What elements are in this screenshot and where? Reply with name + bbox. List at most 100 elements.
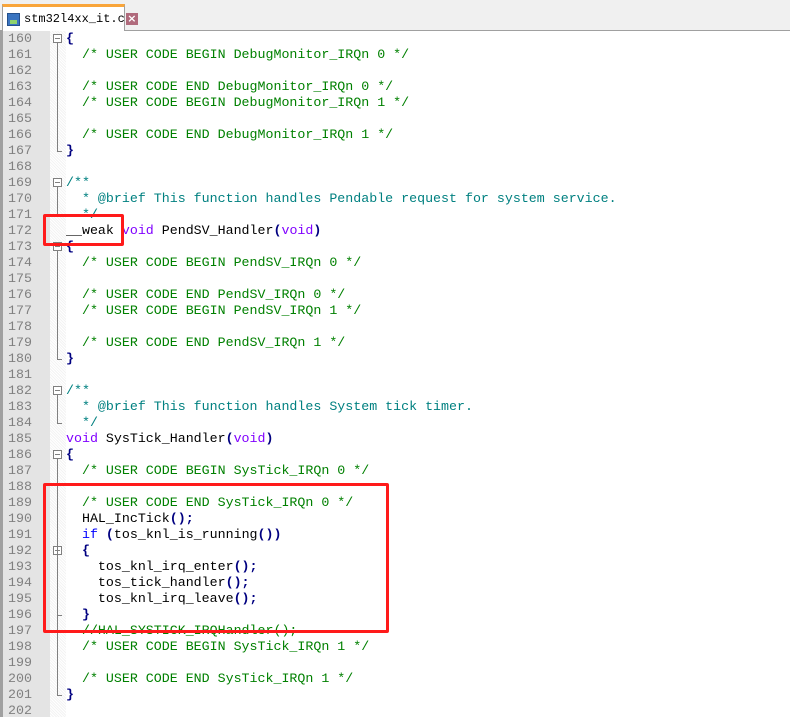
line-number: 191 <box>8 527 32 542</box>
code-token: /* USER CODE BEGIN DebugMonitor_IRQn 1 *… <box>81 95 410 110</box>
fold-toggle-icon[interactable] <box>53 450 62 459</box>
code-token: { <box>66 447 74 462</box>
line-number: 176 <box>8 287 32 302</box>
code-line[interactable]: 187 /* USER CODE BEGIN SysTick_IRQn 0 */ <box>3 463 790 479</box>
code-line[interactable]: 160 { <box>3 31 790 47</box>
fold-end-mark <box>57 151 62 152</box>
line-number: 181 <box>8 367 32 382</box>
fold-line <box>57 43 58 151</box>
line-number: 171 <box>8 207 32 222</box>
code-line[interactable]: 177 /* USER CODE BEGIN PendSV_IRQn 1 */ <box>3 303 790 319</box>
line-number: 174 <box>8 255 32 270</box>
code-token: } <box>66 143 74 158</box>
code-text: } <box>66 351 74 367</box>
code-token: /* USER CODE BEGIN DebugMonitor_IRQn 0 *… <box>81 47 410 62</box>
code-line[interactable]: 168 <box>3 159 790 175</box>
line-number: 160 <box>8 31 32 46</box>
line-number: 167 <box>8 143 32 158</box>
code-text: */ <box>66 415 98 431</box>
code-line[interactable]: 166 /* USER CODE END DebugMonitor_IRQn 1… <box>3 127 790 143</box>
line-number: 170 <box>8 191 32 206</box>
code-token: void <box>66 431 98 446</box>
code-line[interactable]: 186 { <box>3 447 790 463</box>
code-token: * @brief This function handles Pendable … <box>66 191 617 206</box>
close-icon[interactable]: × <box>125 13 138 25</box>
code-token: } <box>66 687 74 702</box>
code-text: /* USER CODE END SysTick_IRQn 1 */ <box>66 671 353 687</box>
highlight-box-systick <box>43 483 389 633</box>
line-number: 161 <box>8 47 32 62</box>
tab-stm32l4xx-it-c[interactable]: stm32l4xx_it.c × <box>2 4 138 31</box>
line-number: 198 <box>8 639 32 654</box>
code-token: ) <box>265 431 274 446</box>
line-number: 199 <box>8 655 32 670</box>
line-number: 166 <box>8 127 32 142</box>
code-text: /** <box>66 175 90 191</box>
code-line[interactable]: 184 */ <box>3 415 790 431</box>
fold-toggle-icon[interactable] <box>53 386 62 395</box>
code-line[interactable]: 174 /* USER CODE BEGIN PendSV_IRQn 0 */ <box>3 255 790 271</box>
code-token: /* USER CODE END DebugMonitor_IRQn 0 */ <box>81 79 394 94</box>
code-line[interactable]: 170 * @brief This function handles Penda… <box>3 191 790 207</box>
code-line[interactable]: 180} <box>3 351 790 367</box>
line-number: 172 <box>8 223 32 238</box>
code-line[interactable]: 200 /* USER CODE END SysTick_IRQn 1 */ <box>3 671 790 687</box>
line-number: 175 <box>8 271 32 286</box>
code-token: */ <box>66 415 98 430</box>
fold-toggle-icon[interactable] <box>53 178 62 187</box>
line-number: 184 <box>8 415 32 430</box>
code-line[interactable]: 176 /* USER CODE END PendSV_IRQn 0 */ <box>3 287 790 303</box>
code-line[interactable]: 201} <box>3 687 790 703</box>
code-line[interactable]: 163 /* USER CODE END DebugMonitor_IRQn 0… <box>3 79 790 95</box>
code-line[interactable]: 169 /** <box>3 175 790 191</box>
code-line[interactable]: 161 /* USER CODE BEGIN DebugMonitor_IRQn… <box>3 47 790 63</box>
code-token: /** <box>66 383 90 398</box>
code-text: { <box>66 31 74 47</box>
line-number: 194 <box>8 575 32 590</box>
line-number: 180 <box>8 351 32 366</box>
code-text: /* USER CODE BEGIN PendSV_IRQn 1 */ <box>66 303 361 319</box>
code-token: SysTick_Handler <box>97 431 226 446</box>
code-line[interactable]: 182 /** <box>3 383 790 399</box>
code-line[interactable]: 175 <box>3 271 790 287</box>
line-number: 163 <box>8 79 32 94</box>
code-line[interactable]: 185 void SysTick_Handler(void) <box>3 431 790 447</box>
code-line[interactable]: 198 /* USER CODE BEGIN SysTick_IRQn 1 */ <box>3 639 790 655</box>
code-line[interactable]: 167} <box>3 143 790 159</box>
line-number: 178 <box>8 319 32 334</box>
code-line[interactable]: 179 /* USER CODE END PendSV_IRQn 1 */ <box>3 335 790 351</box>
code-token: /* USER CODE BEGIN SysTick_IRQn 0 */ <box>81 463 370 478</box>
line-number: 179 <box>8 335 32 350</box>
code-token: /* USER CODE BEGIN PendSV_IRQn 1 */ <box>81 303 362 318</box>
line-number: 197 <box>8 623 32 638</box>
line-number: 182 <box>8 383 32 398</box>
line-number: 173 <box>8 239 32 254</box>
fold-line <box>57 187 58 215</box>
code-line[interactable]: 183 * @brief This function handles Syste… <box>3 399 790 415</box>
fold-end-mark <box>57 695 62 696</box>
code-text: /* USER CODE BEGIN PendSV_IRQn 0 */ <box>66 255 361 271</box>
code-line[interactable]: 162 <box>3 63 790 79</box>
code-line[interactable]: 181 <box>3 367 790 383</box>
line-number: 186 <box>8 447 32 462</box>
line-number: 187 <box>8 463 32 478</box>
fold-toggle-icon[interactable] <box>53 34 62 43</box>
fold-end-mark <box>57 423 62 424</box>
code-line[interactable]: 164 /* USER CODE BEGIN DebugMonitor_IRQn… <box>3 95 790 111</box>
code-line[interactable]: 178 <box>3 319 790 335</box>
code-line[interactable]: 199 <box>3 655 790 671</box>
code-text: } <box>66 687 74 703</box>
code-editor[interactable]: 160 {161 /* USER CODE BEGIN DebugMonitor_… <box>0 31 790 718</box>
fold-end-mark <box>57 359 62 360</box>
code-token: void <box>233 431 266 446</box>
code-token: /* USER CODE END SysTick_IRQn 1 */ <box>81 671 354 686</box>
code-line[interactable]: 165 <box>3 111 790 127</box>
line-number: 201 <box>8 687 32 702</box>
code-text: /* USER CODE BEGIN SysTick_IRQn 1 */ <box>66 639 369 655</box>
code-token: /* USER CODE BEGIN PendSV_IRQn 0 */ <box>81 255 362 270</box>
